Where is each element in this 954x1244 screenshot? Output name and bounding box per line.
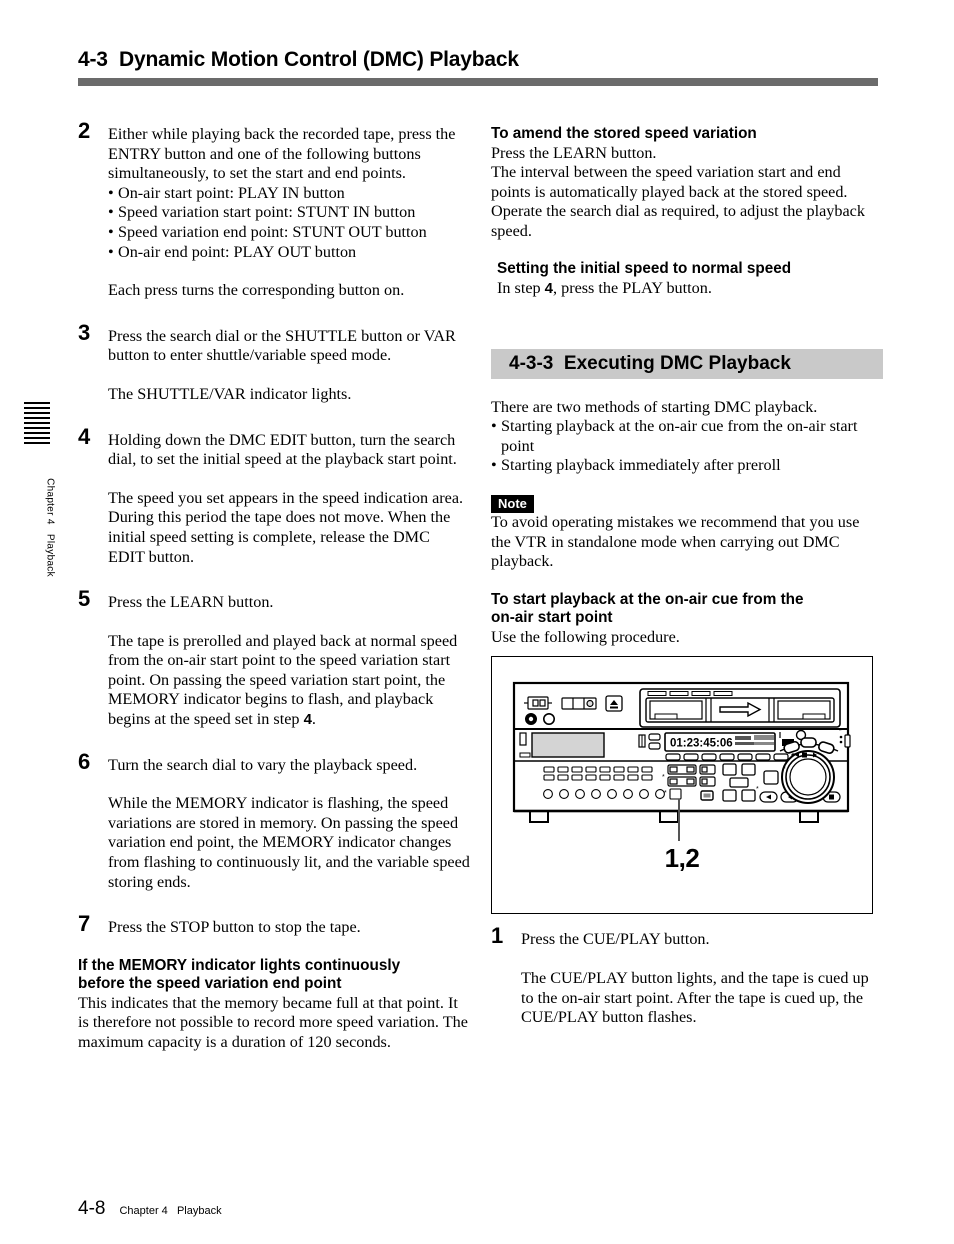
document-page: 4-3 Dynamic Motion Control (DMC) Playbac… <box>0 0 954 1244</box>
step-4: 4 Holding down the DMC EDIT button, turn… <box>78 425 470 568</box>
page-title: 4-3 Dynamic Motion Control (DMC) Playbac… <box>78 48 519 71</box>
step-5-result-step-ref: 4 <box>303 711 312 729</box>
dmc-methods-list: Starting playback at the on-air cue from… <box>491 417 883 476</box>
step-5-result-a: The tape is prerolled and played back at… <box>108 631 458 729</box>
memory-indicator-note: If the MEMORY indicator lights continuou… <box>78 957 470 1053</box>
initial-speed-block: Setting the initial speed to normal spee… <box>491 260 883 298</box>
subsection-header-bar: 4-3-3 Executing DMC Playback <box>491 348 883 379</box>
step-1-number: 1 <box>491 923 504 949</box>
side-tab-bar <box>24 432 50 434</box>
svg-text:*: * <box>783 766 786 773</box>
list-item: On-air end point: PLAY OUT button <box>108 243 470 263</box>
step-3-text: Press the search dial or the SHUTTLE but… <box>108 326 456 365</box>
step-2-bullets: On-air start point: PLAY IN button Speed… <box>108 184 470 262</box>
section-header: 4-3 Dynamic Motion Control (DMC) Playbac… <box>78 48 878 86</box>
side-tab-label: Chapter 4 Playback <box>44 478 56 577</box>
callout-leader-line <box>678 799 680 842</box>
svg-text:*: * <box>662 774 665 781</box>
vtr-timecode-display: 01:23:45:06 <box>670 738 733 750</box>
step-5-result-b: . <box>311 710 316 729</box>
vtr-figure: 01:23:45:06 * * * * * 1,2 <box>491 656 873 915</box>
step-6: 6 Turn the search dial to vary the playb… <box>78 750 470 893</box>
subsection-title: 4-3-3 Executing DMC Playback <box>509 352 791 374</box>
step-7: 7 Press the STOP button to stop the tape… <box>78 913 470 938</box>
amend-block: To amend the stored speed variation Pres… <box>491 125 883 241</box>
step-5-text: Press the LEARN button. <box>108 593 274 612</box>
side-tab-bar <box>24 422 50 424</box>
right-column: To amend the stored speed variation Pres… <box>491 125 883 1028</box>
dmc-intro: There are two methods of starting DMC pl… <box>491 397 818 416</box>
step-3: 3 Press the search dial or the SHUTTLE b… <box>78 321 470 405</box>
svg-text:*: * <box>756 786 759 793</box>
step-5-number: 5 <box>78 586 91 612</box>
left-column: 2 Either while playing back the recorded… <box>78 120 470 1053</box>
step-4-text: Holding down the DMC EDIT button, turn t… <box>108 430 457 469</box>
amend-line-1: Press the LEARN button. <box>491 143 657 162</box>
procedure-lead: Use the following procedure. <box>491 627 680 646</box>
initial-speed-text-b: , press the PLAY button. <box>553 278 712 297</box>
step-5: 5 Press the LEARN button. The tape is pr… <box>78 588 470 730</box>
vtr-front-panel-illustration: 01:23:45:06 * * * * * <box>512 682 851 824</box>
step-6-number: 6 <box>78 748 91 774</box>
memory-note-heading-line-2: before the speed variation end point <box>78 975 342 993</box>
header-rule <box>78 78 878 86</box>
step-7-text: Press the STOP button to stop the tape. <box>108 918 361 937</box>
side-tab-bar <box>24 417 50 419</box>
side-tab-bar <box>24 427 50 429</box>
step-1: 1 Press the CUE/PLAY button. The CUE/PLA… <box>491 925 883 1027</box>
side-tab-bar <box>24 412 50 414</box>
amend-heading: To amend the stored speed variation <box>491 125 757 142</box>
chapter-side-tab: Chapter 4 Playback <box>24 402 56 577</box>
amend-body: The interval between the speed variation… <box>491 163 865 240</box>
footer-chapter: Chapter 4 Playback <box>119 1205 222 1217</box>
step-7-number: 7 <box>78 911 91 937</box>
step-2-number: 2 <box>78 118 91 143</box>
side-tab-bar <box>24 442 50 444</box>
initial-speed-heading: Setting the initial speed to normal spee… <box>497 260 792 278</box>
initial-speed-step-ref: 4 <box>544 279 553 297</box>
list-item: Speed variation start point: STUNT IN bu… <box>108 203 470 223</box>
page-footer: 4-8 Chapter 4 Playback <box>78 1198 222 1220</box>
step-1-text: Press the CUE/PLAY button. <box>521 930 710 949</box>
procedure-block: To start playback at the on-air cue from… <box>491 591 883 648</box>
svg-text:*: * <box>839 728 842 735</box>
side-tab-bar <box>24 437 50 439</box>
step-2-result: Each press turns the corresponding butto… <box>108 281 405 300</box>
memory-note-heading-line-1: If the MEMORY indicator lights continuou… <box>78 956 401 974</box>
initial-speed-text-a: In step <box>497 278 545 297</box>
step-5-result: The tape is prerolled and played back at… <box>108 632 470 730</box>
step-4-number: 4 <box>78 423 91 449</box>
procedure-heading-line-2: on-air start point <box>491 609 613 627</box>
note-block: Note To avoid operating mistakes we reco… <box>491 494 883 572</box>
step-2-text: Either while playing back the recorded t… <box>108 125 456 183</box>
procedure-heading-line-1: To start playback at the on-air cue from… <box>491 590 804 608</box>
initial-speed-text: In step 4, press the PLAY button. <box>491 279 883 299</box>
side-tab-bars <box>24 402 50 444</box>
note-badge: Note <box>491 494 534 513</box>
step-1-result: The CUE/PLAY button lights, and the tape… <box>521 968 869 1027</box>
step-4-result: The speed you set appears in the speed i… <box>108 488 464 566</box>
list-item: Speed variation end point: STUNT OUT but… <box>108 223 470 243</box>
step-2: 2 Either while playing back the recorded… <box>78 120 470 301</box>
step-3-result: The SHUTTLE/VAR indicator lights. <box>108 384 352 403</box>
svg-text:*: * <box>664 790 667 797</box>
step-6-result: While the MEMORY indicator is flashing, … <box>108 794 470 891</box>
step-3-number: 3 <box>78 319 91 345</box>
footer-page-number: 4-8 <box>78 1198 106 1219</box>
list-item: On-air start point: PLAY IN button <box>108 184 470 204</box>
figure-callout-label: 1,2 <box>664 843 700 874</box>
side-tab-bar <box>24 407 50 409</box>
side-tab-bar <box>24 402 50 404</box>
list-item: Starting playback at the on-air cue from… <box>491 417 883 456</box>
note-body: To avoid operating mistakes we recommend… <box>491 512 860 571</box>
memory-note-body: This indicates that the memory became fu… <box>78 993 468 1051</box>
list-item: Starting playback immediately after prer… <box>491 456 883 476</box>
step-6-text: Turn the search dial to vary the playbac… <box>108 755 418 774</box>
